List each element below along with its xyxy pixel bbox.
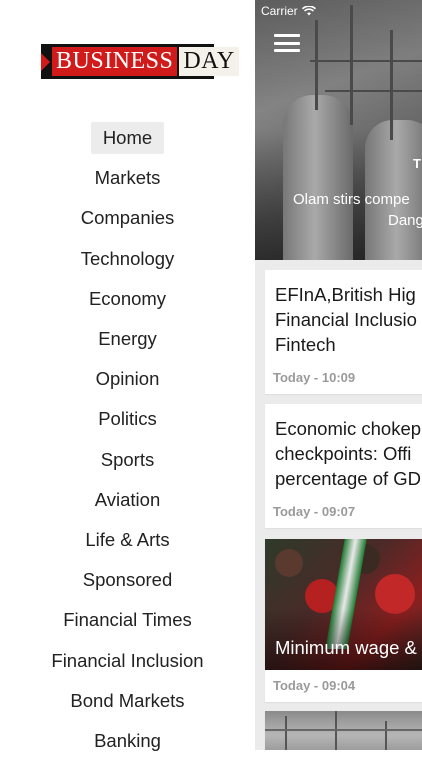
menu-item-bond-markets[interactable]: Bond Markets <box>0 681 255 721</box>
menu-item-label: Economy <box>88 287 167 309</box>
hero-title-line2: Dang <box>388 212 422 229</box>
menu-item-label: Energy <box>98 328 157 350</box>
menu-item-label: Bond Markets <box>70 689 185 711</box>
article-card[interactable]: Minimum wage & Today - 09:04 <box>265 539 422 702</box>
menu-item-opinion[interactable]: Opinion <box>0 359 255 399</box>
menu-item-companies[interactable]: Companies <box>0 198 255 238</box>
menu-item-sponsored[interactable]: Sponsored <box>0 560 255 600</box>
menu-item-label: Banking <box>94 729 161 751</box>
menu-item-financial-times[interactable]: Financial Times <box>0 600 255 640</box>
hero-image-silo <box>283 95 353 260</box>
menu-item-sports[interactable]: Sports <box>0 440 255 480</box>
menu-item-financial-inclusion[interactable]: Financial Inclusion <box>0 640 255 680</box>
menu-item-label: Companies <box>80 207 175 229</box>
hero-image-beam <box>310 60 422 62</box>
hamburger-menu-icon[interactable] <box>274 34 300 52</box>
logo-arrow-icon <box>41 52 50 71</box>
menu-item-label: Sponsored <box>82 569 173 591</box>
hero-image-beam <box>350 5 353 125</box>
menu-item-label: Opinion <box>95 368 160 390</box>
article-card[interactable]: Economic chokep checkpoints: Offi percen… <box>265 404 422 528</box>
menu-item-home[interactable]: Home <box>0 118 255 158</box>
menu-item-label: Sports <box>100 448 155 470</box>
carrier-label: Carrier <box>261 4 298 18</box>
article-title-line: Fintech <box>275 334 336 355</box>
article-timestamp: Today - 09:07 <box>273 504 356 519</box>
business-day-logo[interactable]: BUSINESS DAY <box>41 44 239 79</box>
menu-item-label: Technology <box>80 247 175 269</box>
article-image <box>265 711 422 750</box>
image-beam <box>385 721 387 750</box>
article-title-line: Financial Inclusio <box>275 309 417 330</box>
hero-image-beam <box>390 30 393 140</box>
article-image-caption: Minimum wage & <box>275 637 417 658</box>
menu-item-label: Financial Times <box>63 609 192 631</box>
article-title: Economic chokep checkpoints: Offi percen… <box>265 404 422 491</box>
logo-business-text: BUSINESS <box>52 47 178 76</box>
menu-item-banking[interactable]: Banking <box>0 721 255 761</box>
article-title: EFInA,British Hig Financial Inclusio Fin… <box>265 270 422 357</box>
menu-list: Home Markets Companies Technology Econom… <box>0 118 255 761</box>
image-beam <box>265 729 422 731</box>
menu-item-label: Markets <box>94 167 161 189</box>
article-title-line: percentage of GD <box>275 468 422 489</box>
menu-item-label: Aviation <box>94 488 161 510</box>
menu-item-technology[interactable]: Technology <box>0 239 255 279</box>
menu-item-label: Financial Inclusion <box>51 649 204 671</box>
main-feed: Carrier T Olam stirs compe Dang EFInA,Br… <box>255 0 422 750</box>
image-beam <box>285 716 287 750</box>
menu-item-label: Home <box>90 122 165 155</box>
article-title-line: checkpoints: Offi <box>275 443 412 464</box>
article-card[interactable] <box>265 711 422 750</box>
article-timestamp: Today - 09:04 <box>273 678 356 693</box>
status-bar: Carrier <box>261 4 316 18</box>
image-crowd-shape <box>275 549 303 577</box>
hero-tag: T <box>413 156 421 171</box>
menu-item-life-arts[interactable]: Life & Arts <box>0 520 255 560</box>
article-timestamp: Today - 10:09 <box>273 370 356 385</box>
menu-item-economy[interactable]: Economy <box>0 279 255 319</box>
image-crowd-shape <box>375 574 415 614</box>
side-menu: BUSINESS DAY Home Markets Companies Tech… <box>0 0 255 751</box>
article-image: Minimum wage & <box>265 539 422 670</box>
menu-item-energy[interactable]: Energy <box>0 319 255 359</box>
logo-day-text: DAY <box>179 47 239 76</box>
wifi-icon <box>301 6 316 16</box>
article-title-line: Economic chokep <box>275 418 422 439</box>
menu-item-label: Life & Arts <box>85 528 170 550</box>
article-title-line: EFInA,British Hig <box>275 284 416 305</box>
menu-item-label: Politics <box>98 408 157 430</box>
hero-story[interactable]: Carrier T Olam stirs compe Dang <box>255 0 422 260</box>
hero-image-beam <box>315 20 318 110</box>
menu-item-politics[interactable]: Politics <box>0 399 255 439</box>
hero-title-line1: Olam stirs compe <box>293 191 410 208</box>
menu-item-aviation[interactable]: Aviation <box>0 480 255 520</box>
article-card[interactable]: EFInA,British Hig Financial Inclusio Fin… <box>265 270 422 394</box>
hero-image-beam <box>325 90 422 92</box>
menu-item-markets[interactable]: Markets <box>0 158 255 198</box>
